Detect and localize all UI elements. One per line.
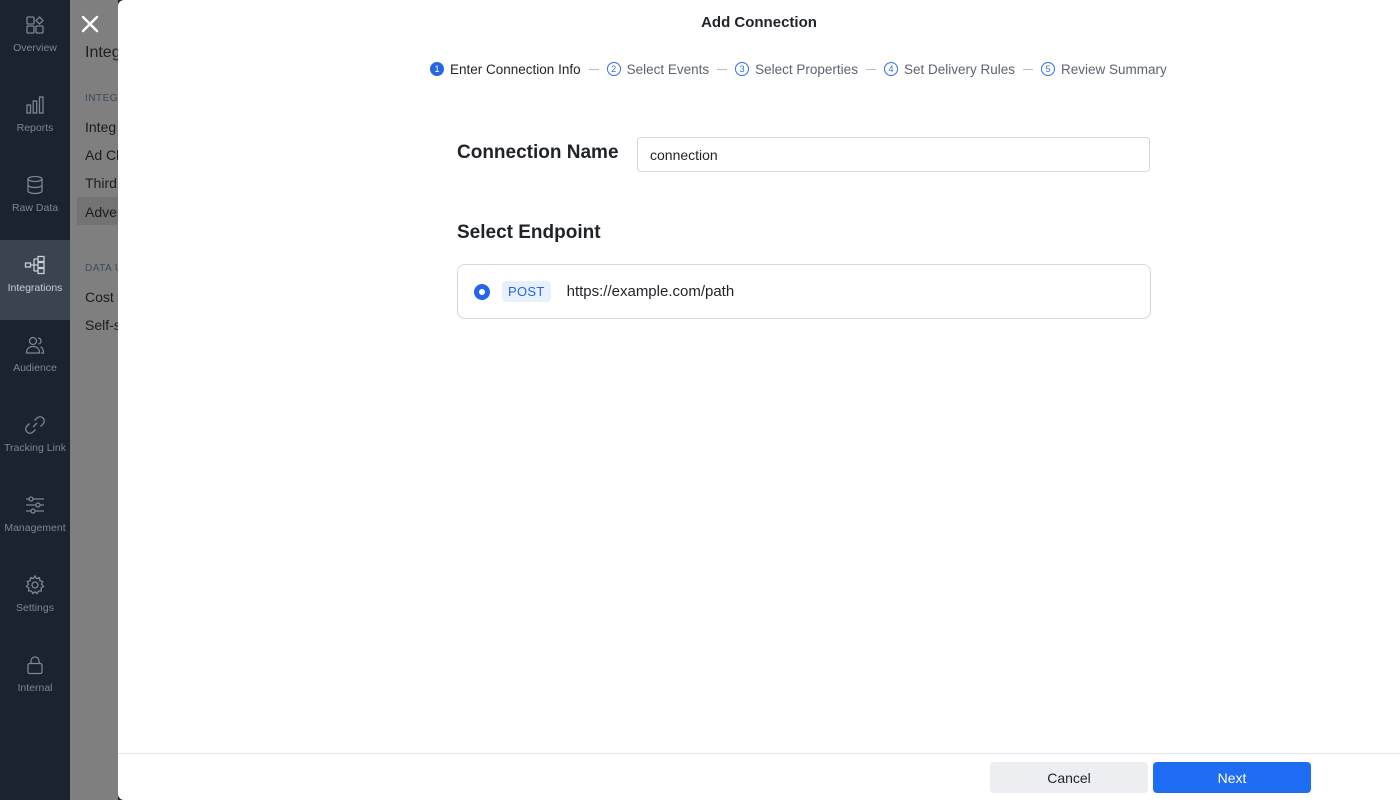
endpoint-option[interactable]: POST https://example.com/path — [457, 264, 1151, 319]
rail-label: Overview — [13, 42, 57, 54]
rail-label: Internal — [17, 682, 53, 694]
step-number: 3 — [735, 62, 750, 76]
sliders-icon — [26, 496, 44, 514]
subpanel-item[interactable]: Integ — [85, 119, 116, 135]
cancel-button[interactable]: Cancel — [990, 762, 1148, 793]
step-number: 1 — [430, 62, 444, 76]
next-button[interactable]: Next — [1153, 762, 1311, 793]
subpanel-item-active[interactable]: Adve — [85, 204, 117, 220]
gear-icon — [25, 574, 45, 595]
subpanel-item[interactable]: Cost — [85, 289, 114, 305]
connection-name-label: Connection Name — [457, 142, 619, 163]
subpanel-item[interactable]: Third — [85, 175, 117, 191]
step-label: Select Events — [626, 61, 710, 77]
link-icon — [25, 416, 45, 434]
rail-label: Tracking Link — [3, 442, 67, 454]
rail-label: Raw Data — [11, 202, 59, 214]
modal-footer: Cancel Next — [118, 753, 1400, 800]
step-number: 4 — [883, 62, 898, 76]
endpoint-url: https://example.com/path — [566, 283, 735, 300]
subpanel-content: Integ INTEG Integ Ad Cl Third Adve DATA … — [70, 0, 118, 800]
rail-label: Audience — [13, 362, 57, 374]
step-separator — [1023, 68, 1033, 70]
subpanel-section-integrations: INTEG — [85, 93, 118, 104]
overview-icon — [26, 16, 44, 34]
rail-label: Integrations — [7, 282, 63, 294]
endpoint-radio[interactable] — [474, 283, 490, 300]
rail-item-overview[interactable]: Overview — [0, 0, 70, 80]
step-review-summary[interactable]: 5 Review Summary — [1041, 62, 1167, 77]
rail-item-integrations[interactable]: Integrations — [0, 240, 70, 320]
http-method-badge: POST — [502, 281, 551, 302]
rail-item-internal[interactable]: Internal — [0, 640, 70, 720]
step-separator — [588, 68, 599, 70]
step-separator — [865, 68, 876, 70]
step-label: Set Delivery Rules — [903, 61, 1015, 77]
close-icon[interactable] — [80, 14, 100, 34]
step-enter-connection-info[interactable]: 1 Enter Connection Info — [430, 62, 581, 77]
step-select-events[interactable]: 2 Select Events — [606, 61, 710, 77]
step-number: 2 — [606, 62, 621, 76]
step-label: Select Properties — [755, 61, 858, 77]
stepper: 1 Enter Connection Info 2 Select Events … — [430, 60, 1167, 78]
integrations-icon — [24, 255, 45, 275]
lock-icon — [27, 656, 43, 675]
rail-label: Reports — [16, 122, 54, 134]
rail-item-tracking-link[interactable]: Tracking Link — [0, 400, 70, 480]
rail-item-reports[interactable]: Reports — [0, 80, 70, 160]
rail-label: Settings — [16, 602, 54, 614]
nav-rail: Overview Reports Raw Data Integrations A… — [0, 0, 70, 800]
subpanel-item[interactable]: Ad Cl — [85, 147, 118, 163]
subpanel-title: Integ — [85, 44, 118, 61]
rail-item-audience[interactable]: Audience — [0, 320, 70, 400]
rail-item-management[interactable]: Management — [0, 480, 70, 560]
subpanel-section-data: DATA U — [85, 263, 118, 274]
rail-item-settings[interactable]: Settings — [0, 560, 70, 640]
subpanel-item[interactable]: Self-s — [85, 317, 118, 333]
step-set-delivery-rules[interactable]: 4 Set Delivery Rules — [883, 61, 1015, 77]
bar-chart-icon — [26, 96, 44, 114]
step-number: 5 — [1041, 62, 1055, 76]
connection-name-input[interactable] — [637, 137, 1150, 172]
select-endpoint-label: Select Endpoint — [457, 222, 601, 243]
database-icon — [27, 175, 43, 195]
step-select-properties[interactable]: 3 Select Properties — [735, 62, 858, 77]
rail-item-raw-data[interactable]: Raw Data — [0, 160, 70, 240]
step-label: Review Summary — [1061, 61, 1167, 77]
step-separator — [717, 68, 728, 70]
step-label: Enter Connection Info — [450, 61, 581, 77]
rail-label: Management — [4, 522, 66, 534]
add-connection-modal: Add Connection 1 Enter Connection Info 2… — [118, 0, 1400, 800]
users-icon — [25, 336, 45, 354]
modal-title: Add Connection — [701, 14, 817, 31]
